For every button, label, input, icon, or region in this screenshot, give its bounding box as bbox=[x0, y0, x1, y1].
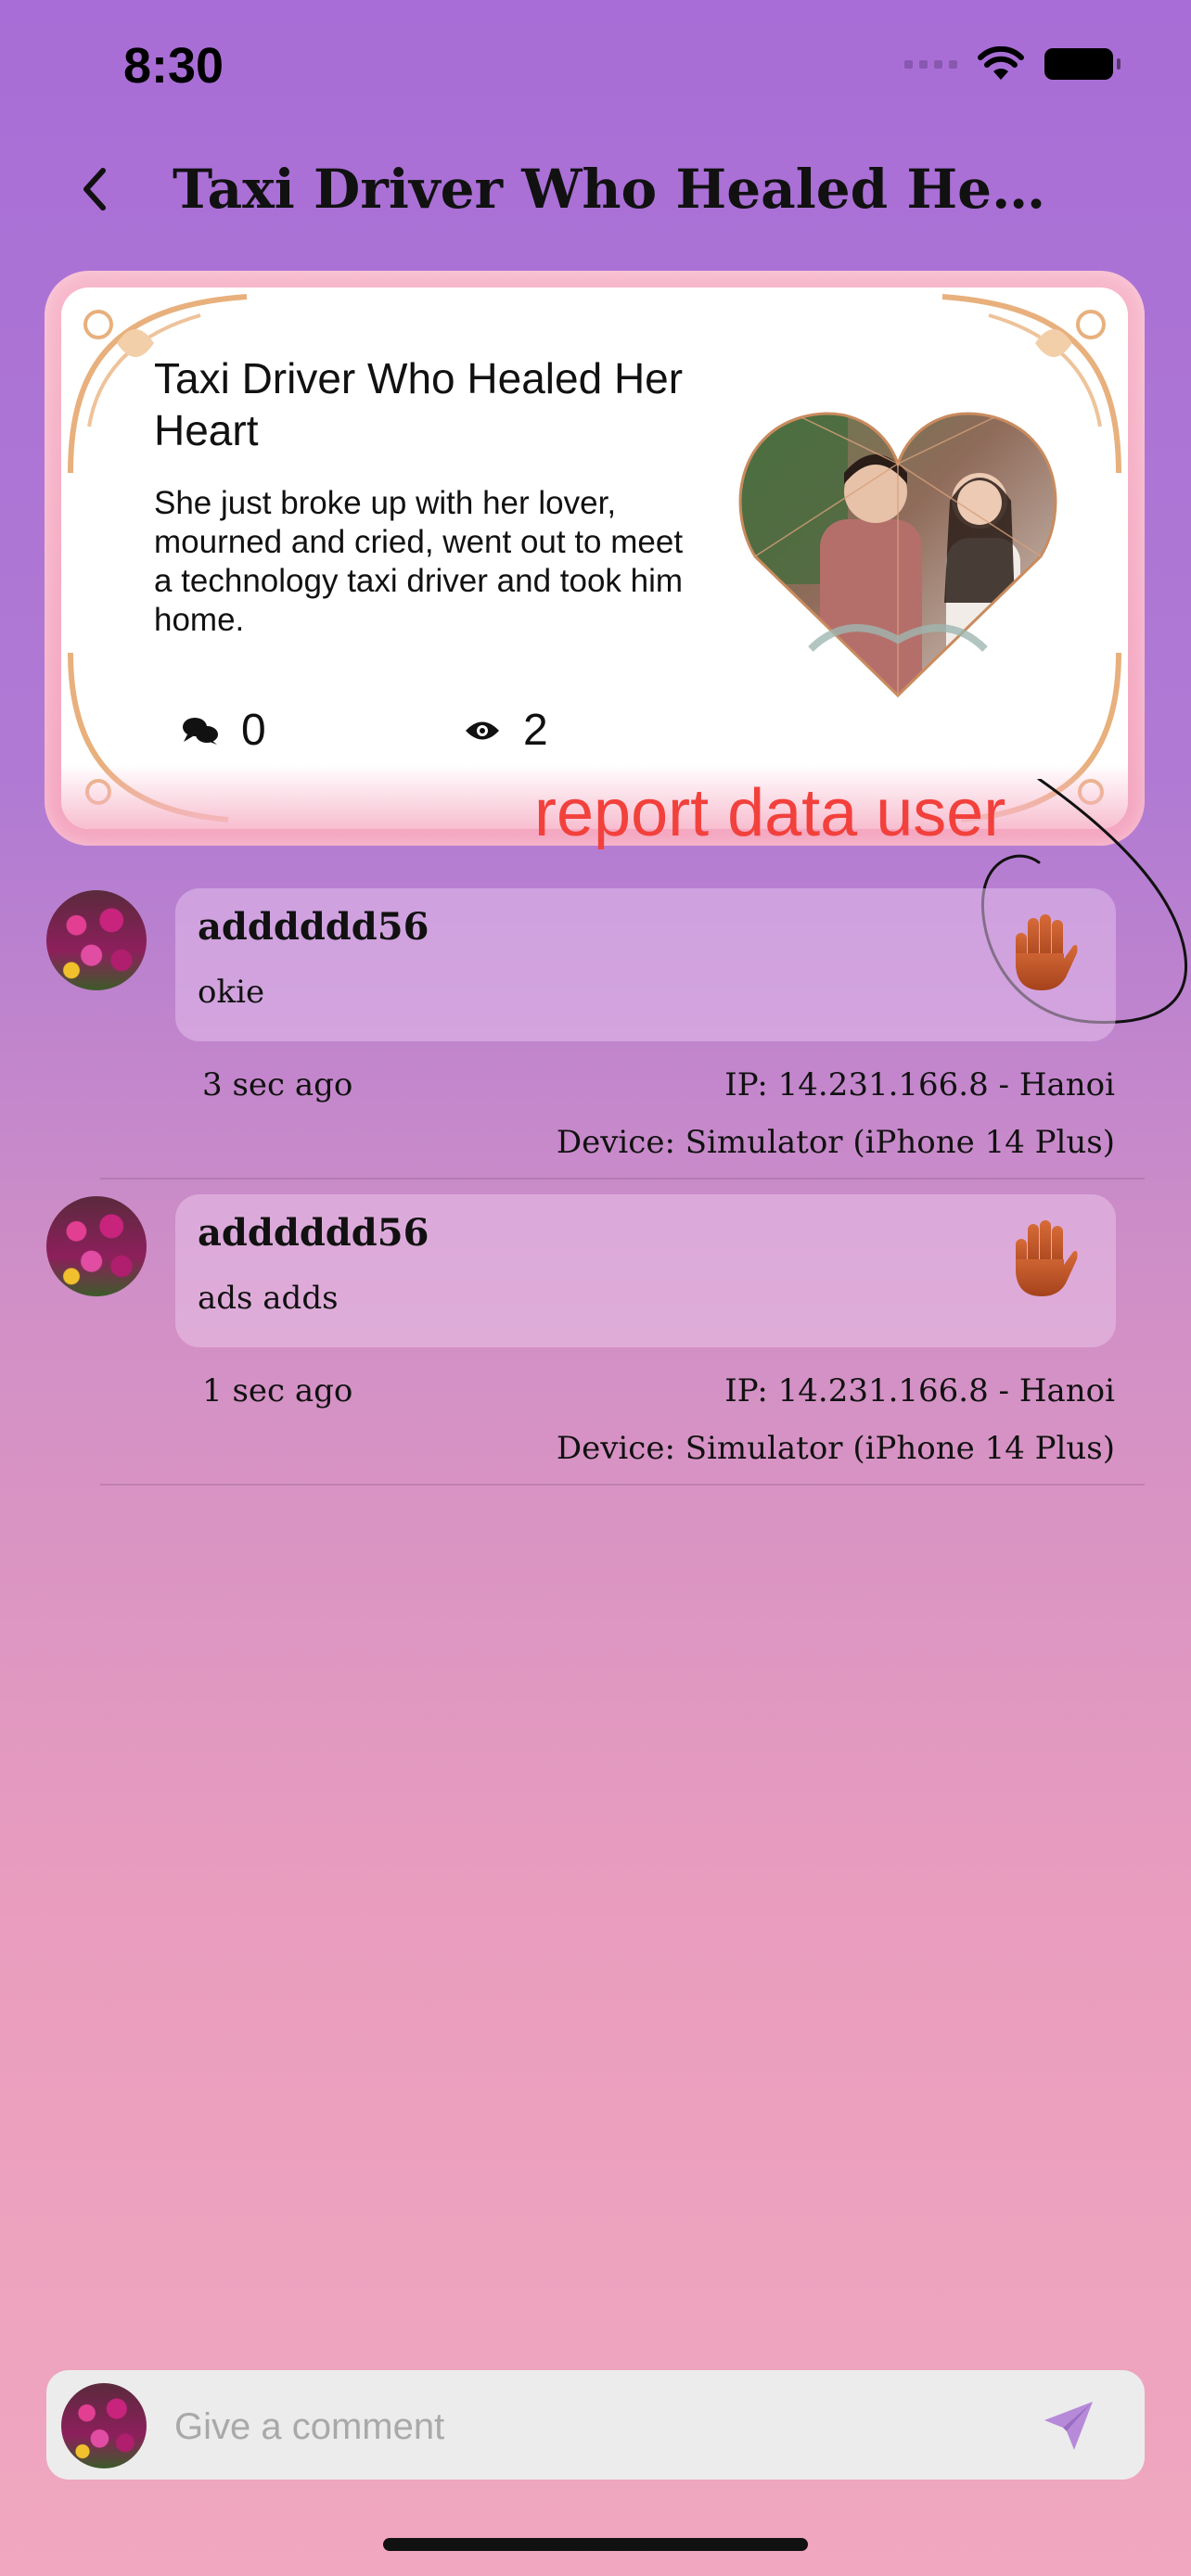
status-time: 8:30 bbox=[123, 38, 224, 94]
avatar[interactable] bbox=[46, 1196, 147, 1296]
comment-device: Device: Simulator (iPhone 14 Plus) bbox=[556, 1124, 1115, 1161]
comment-input[interactable] bbox=[173, 2398, 992, 2455]
back-button[interactable] bbox=[67, 161, 122, 217]
current-user-avatar bbox=[61, 2383, 147, 2468]
comments-icon bbox=[183, 717, 218, 745]
comment-text: okie bbox=[198, 974, 265, 1011]
annotation-label: report data user bbox=[534, 776, 1006, 850]
navigation-bar: Taxi Driver Who Healed Her H... bbox=[0, 139, 1191, 241]
story-cover-image bbox=[738, 412, 1057, 698]
battery-icon bbox=[1044, 48, 1121, 80]
comment-divider bbox=[100, 1178, 1145, 1180]
comment-divider bbox=[100, 1484, 1145, 1486]
view-count-stat: 2 bbox=[464, 705, 548, 756]
comment-time: 1 sec ago bbox=[202, 1372, 353, 1409]
story-title: Taxi Driver Who Healed Her Heart bbox=[154, 354, 684, 454]
view-count: 2 bbox=[523, 706, 548, 755]
comment-ip: IP: 14.231.166.8 - Hanoi bbox=[724, 1066, 1115, 1103]
story-card-content: Taxi Driver Who Healed Her Heart She jus… bbox=[61, 287, 1128, 829]
comment-bubble: adddddd56 okie bbox=[175, 888, 1116, 1041]
raised-hand-icon[interactable] bbox=[1006, 912, 1081, 992]
comment-count: 0 bbox=[241, 706, 266, 755]
comment-bubble: adddddd56 ads adds bbox=[175, 1194, 1116, 1347]
avatar[interactable] bbox=[46, 890, 147, 990]
comment-count-stat: 0 bbox=[182, 705, 266, 756]
wifi-icon bbox=[978, 46, 1024, 80]
comment-device: Device: Simulator (iPhone 14 Plus) bbox=[556, 1430, 1115, 1467]
signal-icon bbox=[904, 59, 957, 69]
status-bar: 8:30 bbox=[0, 0, 1191, 139]
raised-hand-icon[interactable] bbox=[1006, 1218, 1081, 1298]
comment-ip: IP: 14.231.166.8 - Hanoi bbox=[724, 1372, 1115, 1409]
comment-username: adddddd56 bbox=[198, 905, 429, 949]
story-card[interactable]: Taxi Driver Who Healed Her Heart She jus… bbox=[45, 271, 1145, 846]
comment-text: ads adds bbox=[198, 1280, 339, 1317]
home-indicator bbox=[383, 2538, 808, 2551]
comment-username: adddddd56 bbox=[198, 1211, 429, 1255]
comment-item: adddddd56 okie 3 sec ago IP: 14.231.166.… bbox=[0, 888, 1191, 1180]
eye-icon bbox=[466, 721, 499, 739]
comment-time: 3 sec ago bbox=[202, 1066, 353, 1103]
comment-composer bbox=[46, 2370, 1145, 2480]
status-icons bbox=[904, 46, 1121, 82]
comment-item: adddddd56 ads adds 1 sec ago IP: 14.231.… bbox=[0, 1194, 1191, 1486]
story-description: She just broke up with her lover, mourne… bbox=[154, 485, 684, 638]
page-title: Taxi Driver Who Healed Her H... bbox=[173, 158, 1063, 221]
send-icon[interactable] bbox=[1039, 2396, 1098, 2455]
back-chevron-icon bbox=[83, 168, 106, 210]
